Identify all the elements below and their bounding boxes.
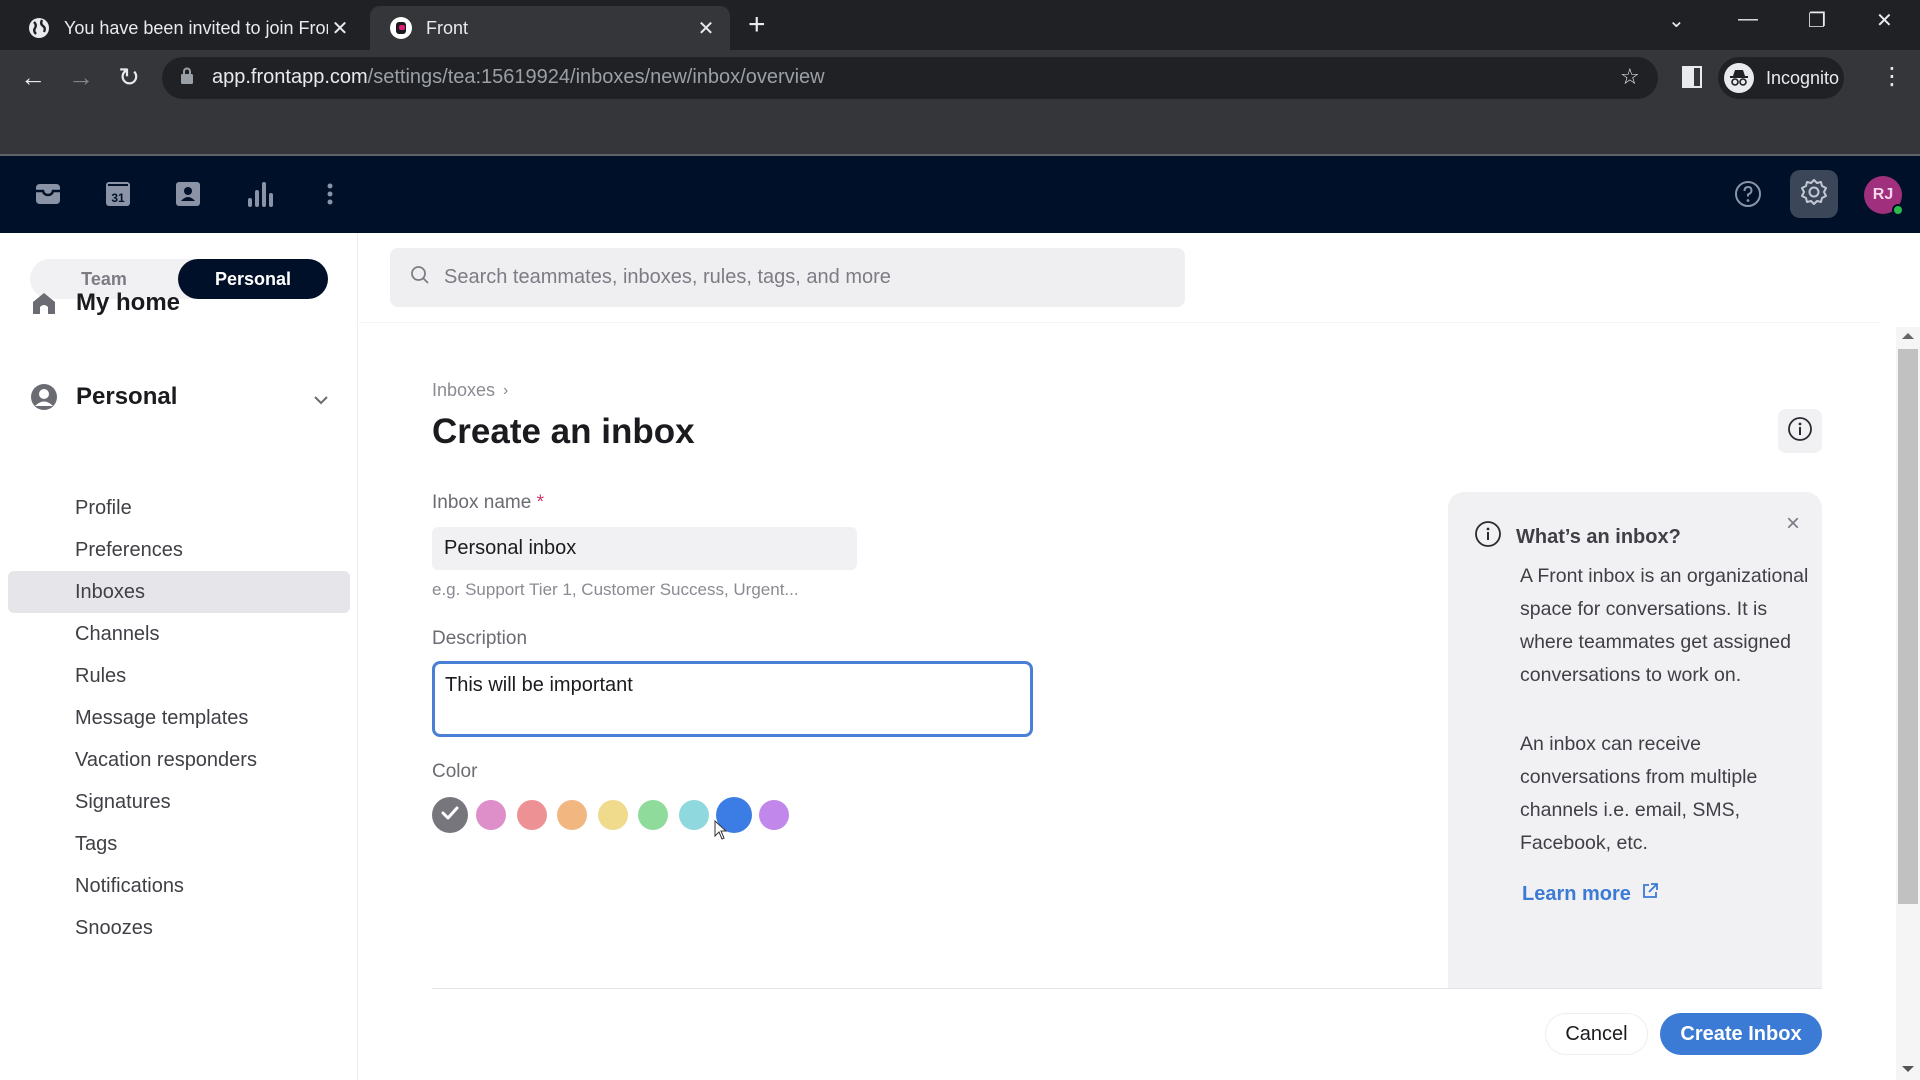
- close-tab-icon[interactable]: ✕: [328, 16, 352, 41]
- sidebar-item-snoozes[interactable]: Snoozes: [8, 907, 350, 949]
- settings-sidebar: Team Personal My home Personal Profile P…: [0, 233, 358, 1080]
- chevron-right-icon: ›: [503, 381, 509, 399]
- divider: [359, 322, 1880, 323]
- info-icon: [1787, 416, 1813, 447]
- close-window-button[interactable]: ✕: [1876, 8, 1893, 33]
- cancel-button[interactable]: Cancel: [1545, 1013, 1648, 1055]
- calendar-icon[interactable]: 31: [102, 178, 134, 210]
- sidebar-item-signatures[interactable]: Signatures: [8, 781, 350, 823]
- scroll-down-arrow-icon[interactable]: [1902, 1066, 1914, 1072]
- page-scrollbar[interactable]: [1896, 327, 1920, 1080]
- color-swatch-gray[interactable]: [432, 797, 468, 833]
- color-swatch-orange[interactable]: [557, 800, 587, 830]
- color-swatch-purple[interactable]: [759, 800, 789, 830]
- tab-title: Front: [426, 17, 469, 38]
- search-input[interactable]: [444, 266, 1144, 289]
- color-swatch-red[interactable]: [516, 800, 547, 830]
- close-tab-icon[interactable]: ✕: [694, 16, 718, 41]
- restore-button[interactable]: ❐: [1808, 8, 1826, 33]
- toggle-personal[interactable]: Personal: [178, 259, 328, 299]
- incognito-profile-button[interactable]: Incognito: [1718, 57, 1844, 99]
- info-toggle-button[interactable]: [1778, 409, 1822, 453]
- bookmark-star-icon[interactable]: ☆: [1620, 64, 1640, 90]
- gear-icon: [1799, 177, 1829, 212]
- info-paragraph: A Front inbox is an organizational space…: [1520, 565, 1809, 686]
- sidebar-my-home[interactable]: My home: [30, 287, 180, 319]
- user-avatar[interactable]: RJ: [1864, 176, 1904, 216]
- sidebar-item-channels[interactable]: Channels: [8, 613, 350, 655]
- reload-button[interactable]: ↻: [114, 62, 144, 93]
- sidebar-item-tags[interactable]: Tags: [8, 823, 350, 865]
- online-status-indicator: [1892, 204, 1904, 216]
- lock-icon: [180, 67, 194, 90]
- settings-search: [390, 248, 1185, 307]
- tab-search-icon[interactable]: ⌄: [1668, 8, 1685, 33]
- info-icon: [1474, 520, 1502, 554]
- inbox-name-label: Inbox name *: [432, 492, 544, 513]
- home-icon: [30, 289, 58, 317]
- minimize-button[interactable]: —: [1738, 8, 1758, 31]
- more-icon[interactable]: [314, 178, 346, 210]
- mouse-cursor-icon: [714, 819, 728, 845]
- color-swatch-teal[interactable]: [678, 800, 709, 830]
- learn-more-link[interactable]: Learn more: [1522, 882, 1659, 906]
- footer-divider: [432, 988, 1822, 989]
- check-icon: [441, 806, 459, 825]
- inbox-icon[interactable]: [32, 178, 64, 210]
- sidebar-item-message-templates[interactable]: Message templates: [8, 697, 350, 739]
- settings-button[interactable]: [1790, 170, 1838, 218]
- info-panel-header: What’s an inbox?: [1474, 520, 1681, 554]
- inbox-name-hint: e.g. Support Tier 1, Customer Success, U…: [432, 580, 799, 599]
- help-icon[interactable]: [1732, 178, 1764, 210]
- back-button[interactable]: ←: [18, 62, 48, 93]
- external-link-icon: [1641, 882, 1659, 906]
- sidebar-item-vacation-responders[interactable]: Vacation responders: [8, 739, 350, 781]
- new-tab-button[interactable]: +: [748, 10, 766, 40]
- color-label: Color: [432, 761, 478, 782]
- scroll-up-arrow-icon[interactable]: [1902, 333, 1914, 339]
- color-swatch-pink[interactable]: [476, 800, 506, 830]
- close-icon[interactable]: ×: [1786, 510, 1800, 538]
- svg-text:31: 31: [111, 191, 125, 205]
- inbox-name-input[interactable]: [432, 527, 857, 570]
- sidebar-item-profile[interactable]: Profile: [8, 487, 350, 529]
- side-panel-icon[interactable]: [1682, 66, 1702, 93]
- incognito-icon: [1724, 63, 1754, 93]
- sidebar-item-rules[interactable]: Rules: [8, 655, 350, 697]
- description-textarea[interactable]: This will be important: [432, 661, 1033, 737]
- front-logo-icon: [390, 17, 412, 39]
- forward-button[interactable]: →: [66, 62, 96, 93]
- page-title: Create an inbox: [432, 412, 695, 451]
- info-paragraph: An inbox can receive conversations from …: [1520, 733, 1758, 854]
- info-panel: What’s an inbox? × A Front inbox is an o…: [1448, 492, 1822, 988]
- chevron-down-icon[interactable]: [312, 385, 330, 413]
- browser-tab-front[interactable]: Front ✕: [370, 6, 730, 50]
- sidebar-item-inboxes[interactable]: Inboxes: [8, 571, 350, 613]
- browser-tab-invite[interactable]: You have been invited to join Front ✕: [8, 6, 364, 50]
- required-asterisk: *: [536, 492, 544, 513]
- description-label: Description: [432, 628, 528, 649]
- analytics-icon[interactable]: [244, 178, 276, 210]
- person-icon: [30, 383, 58, 411]
- search-icon: [410, 265, 430, 290]
- sidebar-section-personal[interactable]: Personal: [30, 381, 330, 413]
- browser-menu-icon[interactable]: ⋮: [1880, 62, 1904, 91]
- color-swatch-yellow[interactable]: [597, 800, 628, 830]
- globe-icon: [28, 17, 50, 39]
- breadcrumb: Inboxes ›: [432, 380, 508, 401]
- sidebar-item-preferences[interactable]: Preferences: [8, 529, 350, 571]
- create-inbox-button[interactable]: Create Inbox: [1660, 1013, 1822, 1055]
- scrollbar-thumb[interactable]: [1898, 349, 1918, 904]
- browser-tab-bar: You have been invited to join Front ✕ Fr…: [0, 0, 1920, 50]
- color-swatch-green[interactable]: [638, 800, 668, 830]
- app-header: 31 RJ: [0, 154, 1920, 233]
- url-text[interactable]: app.frontapp.com/settings/tea:15619924/i…: [212, 66, 825, 89]
- breadcrumb-inboxes[interactable]: Inboxes: [432, 380, 495, 401]
- color-picker: [432, 797, 800, 833]
- contacts-icon[interactable]: [172, 178, 204, 210]
- sidebar-item-notifications[interactable]: Notifications: [8, 865, 350, 907]
- tab-title: You have been invited to join Front: [64, 17, 328, 38]
